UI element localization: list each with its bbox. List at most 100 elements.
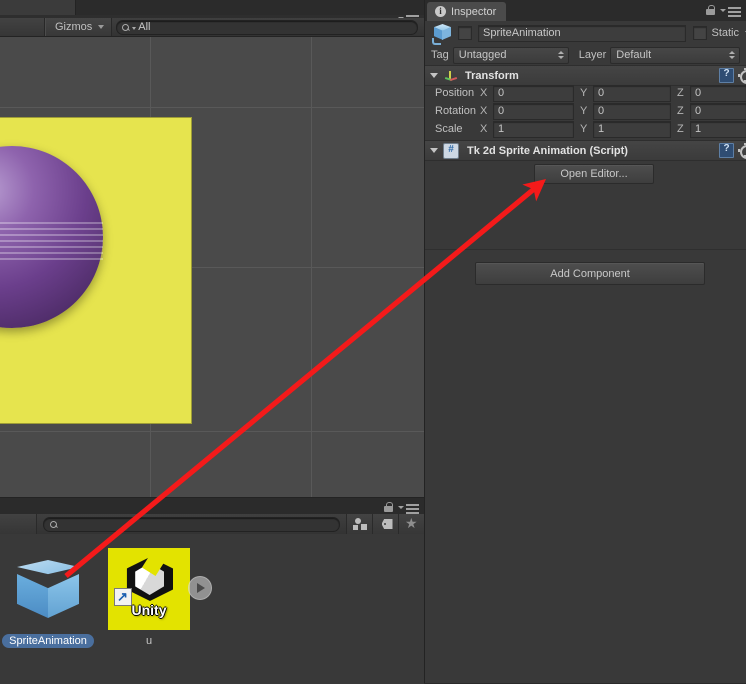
component-header-transform[interactable]: Transform (425, 65, 746, 86)
inspector-menu-group[interactable] (706, 4, 742, 17)
gameobject-icon (431, 22, 453, 45)
search-icon (122, 23, 131, 32)
asset-thumbnail (7, 548, 89, 630)
scene-search-value: All (138, 21, 151, 33)
inspector-panel: i Inspector SpriteAnimation Static Tag U… (424, 0, 746, 683)
position-y-value: 0 (598, 87, 605, 99)
layer-value: Default (616, 49, 652, 61)
rotation-y-value: 0 (598, 105, 605, 117)
scene-viewport[interactable]: roid (0, 37, 424, 497)
axis-group: X 0 Y 0 Z 0 (480, 84, 746, 102)
preview-play-button[interactable] (188, 576, 212, 600)
axis-label-y: Y (580, 87, 588, 99)
project-tab-strip (0, 498, 424, 514)
hamburger-icon (728, 7, 741, 19)
info-icon: i (435, 6, 446, 17)
star-icon: ★ (405, 514, 418, 531)
scale-x-value: 1 (498, 123, 505, 135)
property-label: Scale (435, 123, 463, 135)
gizmos-label: Gizmos (55, 21, 93, 33)
filter-by-type-button[interactable] (346, 514, 372, 534)
gameobject-name-field[interactable]: SpriteAnimation (478, 24, 687, 42)
rotation-z-value: 0 (695, 105, 702, 117)
sprite-object[interactable]: roid (0, 117, 192, 424)
tab-inspector[interactable]: i Inspector (427, 2, 507, 21)
position-x-field[interactable]: 0 (493, 84, 574, 102)
scale-y-field[interactable]: 1 (593, 120, 671, 138)
gear-icon[interactable] (738, 68, 746, 84)
asset-item-shortcut[interactable]: ↗ Unity u (101, 548, 212, 648)
add-component-label: Add Component (550, 267, 630, 280)
foldout-arrow-icon[interactable] (430, 148, 438, 153)
scale-z-value: 1 (695, 123, 702, 135)
tag-dropdown[interactable]: Untagged (452, 46, 569, 64)
grid-line-horizontal (0, 107, 424, 108)
gameobject-enabled-checkbox[interactable] (458, 26, 472, 40)
toolbar-spacer (0, 18, 45, 36)
scene-search-input[interactable]: All (116, 19, 418, 35)
sprite-orb-band (0, 222, 103, 260)
rotation-y-field[interactable]: 0 (593, 102, 671, 120)
project-panel-menu-group[interactable] (384, 501, 420, 514)
project-search-input[interactable] (43, 516, 340, 532)
axis-label-y: Y (580, 123, 588, 135)
chevron-down-icon (132, 27, 137, 30)
transform-icon (443, 69, 458, 83)
scale-x-field[interactable]: 1 (493, 120, 574, 138)
gizmos-dropdown-button[interactable]: Gizmos (45, 18, 113, 36)
rotation-z-field[interactable]: 0 (690, 102, 746, 120)
scene-toolbar: Gizmos All (0, 18, 424, 37)
rotation-x-value: 0 (498, 105, 505, 117)
axis-label-z: Z (677, 123, 684, 135)
sprite-orb-graphic (0, 146, 103, 328)
unity-editor-window: Gizmos All ★ SpriteAnimation ↗ Unity u i… (0, 0, 746, 684)
property-label: Position (435, 87, 475, 99)
section-divider (425, 249, 746, 250)
add-component-button[interactable]: Add Component (475, 262, 705, 285)
scale-y-value: 1 (598, 123, 605, 135)
axis-group: X 0 Y 0 Z 0 (480, 102, 746, 120)
component-tools (719, 143, 746, 159)
layer-dropdown[interactable]: Default (610, 46, 741, 64)
component-header-tk2d-sprite-animation[interactable]: Tk 2d Sprite Animation (Script) (425, 140, 746, 161)
axis-label-x: X (480, 123, 488, 135)
position-z-field[interactable]: 0 (690, 84, 746, 102)
gear-icon[interactable] (738, 143, 746, 159)
tag-layer-row: Tag Untagged Layer Default (425, 45, 746, 65)
transform-scale-row: Scale X 1 Y 1 Z 1 (425, 120, 746, 138)
tag-label: Tag (431, 49, 449, 61)
static-checkbox[interactable] (693, 26, 708, 40)
tag-value: Untagged (458, 49, 507, 61)
component-title: Transform (465, 69, 519, 82)
rotation-x-field[interactable]: 0 (493, 102, 574, 120)
axis-label-x: X (480, 87, 488, 99)
project-panel: ★ SpriteAnimation ↗ Unity u (0, 497, 424, 684)
position-x-value: 0 (498, 87, 505, 99)
asset-label: u (145, 635, 153, 647)
position-y-field[interactable]: 0 (593, 84, 671, 102)
axis-label-y: Y (580, 105, 588, 117)
static-toggle-group[interactable]: Static (693, 26, 746, 40)
lock-icon[interactable] (706, 5, 715, 15)
filter-by-label-button[interactable] (372, 514, 398, 534)
gameobject-header: SpriteAnimation Static (425, 21, 746, 45)
asset-thumbnail: ↗ Unity (108, 548, 212, 630)
asset-grid[interactable]: SpriteAnimation ↗ Unity u (0, 534, 424, 684)
scene-tab[interactable] (0, 0, 76, 15)
help-icon[interactable] (719, 143, 734, 158)
lock-icon[interactable] (384, 502, 393, 512)
unity-logo-thumbnail: ↗ Unity (108, 548, 190, 630)
asset-item-prefab[interactable]: SpriteAnimation (0, 548, 96, 648)
axis-label-z: Z (677, 87, 684, 99)
open-editor-button[interactable]: Open Editor... (534, 164, 654, 184)
help-icon[interactable] (719, 68, 734, 83)
search-icon (50, 520, 59, 529)
scale-z-field[interactable]: 1 (690, 120, 746, 138)
play-icon (197, 583, 205, 593)
updown-arrows-icon (556, 49, 565, 61)
layer-label: Layer (578, 49, 607, 61)
chevron-down-icon (720, 9, 726, 12)
foldout-arrow-icon[interactable] (430, 73, 438, 78)
favorites-button[interactable]: ★ (398, 514, 424, 534)
axis-group: X 1 Y 1 Z 1 (480, 120, 746, 138)
